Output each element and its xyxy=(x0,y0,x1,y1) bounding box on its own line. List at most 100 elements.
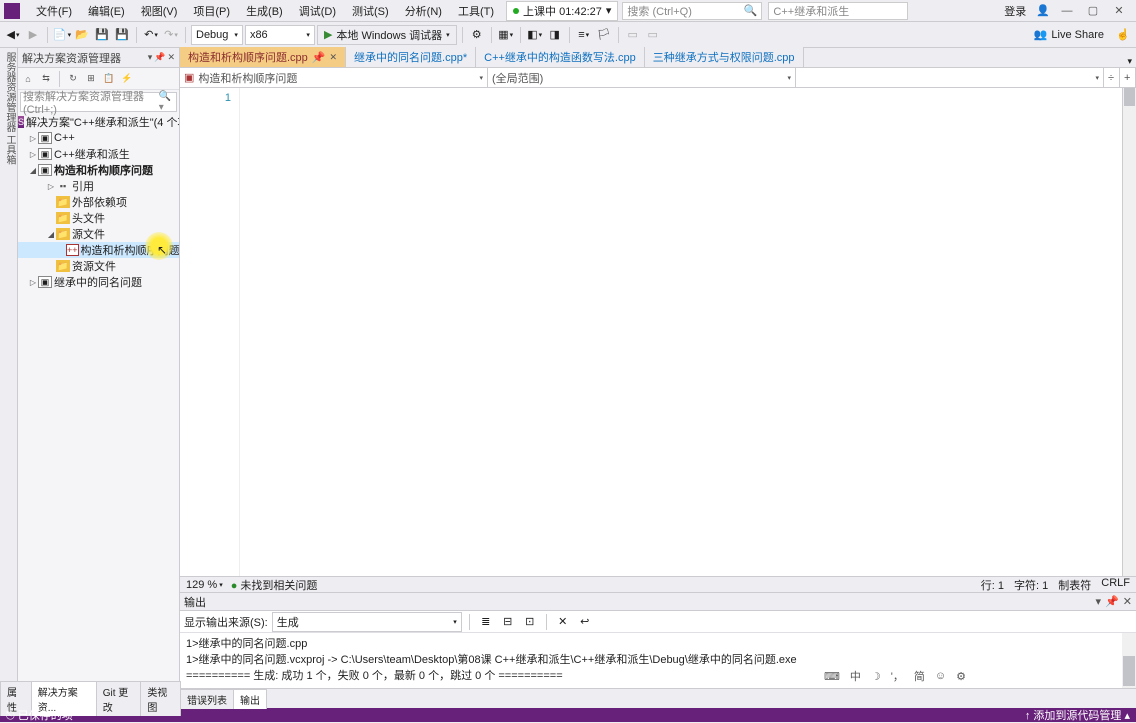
recording-indicator[interactable]: 上课中 01:42:27▾ xyxy=(506,1,618,21)
forward-button[interactable]: ▶ xyxy=(24,26,42,44)
user-icon[interactable]: 👤 xyxy=(1032,4,1054,17)
window-maximize[interactable]: ▢ xyxy=(1080,2,1106,19)
out-tool-1[interactable]: ≣ xyxy=(477,613,495,631)
editor-tab[interactable]: 构造和析构顺序问题.cpp📌✕ xyxy=(180,47,346,67)
undo-button[interactable]: ↶ xyxy=(142,26,160,44)
tree-source-file[interactable]: 构造和析构顺序问题.cpp xyxy=(81,242,179,258)
editor-tab[interactable]: C++继承中的构造函数写法.cpp xyxy=(476,47,645,67)
editor-scrollbar[interactable] xyxy=(1122,88,1136,576)
output-source-combo[interactable]: 生成 xyxy=(272,612,462,632)
tab-overflow[interactable]: ▾ xyxy=(1123,56,1136,67)
issues-status[interactable]: 未找到相关问题 xyxy=(231,577,318,593)
bottom-tab-errorlist[interactable]: 错误列表 xyxy=(180,689,234,709)
line-indicator[interactable]: 行: 1 xyxy=(981,577,1004,593)
toolbar-btn-8[interactable]: ▭ xyxy=(644,26,662,44)
tree-references[interactable]: 引用 xyxy=(72,178,94,194)
panel-close-icon[interactable]: ✕ xyxy=(167,52,175,63)
expand-icon[interactable]: ▷ xyxy=(28,278,38,287)
toolbar-btn-6[interactable]: 🏳 xyxy=(595,26,613,44)
tree-external[interactable]: 外部依赖项 xyxy=(72,194,127,210)
quick-launch[interactable]: C++继承和派生 xyxy=(768,2,908,20)
toolbar-btn-7[interactable]: ▭ xyxy=(624,26,642,44)
ime-lang[interactable]: 中 xyxy=(850,668,861,684)
expl-home-icon[interactable]: ⌂ xyxy=(20,71,36,87)
editor-tab[interactable]: 三种继承方式与权限问题.cpp xyxy=(645,47,804,67)
indent-indicator[interactable]: 制表符 xyxy=(1058,577,1091,593)
expl-tool-4[interactable]: ⚡ xyxy=(119,71,135,87)
add-button[interactable]: + xyxy=(1120,68,1136,87)
bottom-tab-classview[interactable]: 类视图 xyxy=(140,681,181,716)
out-tool-2[interactable]: ⊟ xyxy=(499,613,517,631)
bottom-tab-output[interactable]: 输出 xyxy=(233,689,267,709)
editor-tab[interactable]: 继承中的同名问题.cpp* xyxy=(346,47,476,67)
login-link[interactable]: 登录 xyxy=(998,1,1032,21)
open-button[interactable]: 📂 xyxy=(73,26,91,44)
char-indicator[interactable]: 字符: 1 xyxy=(1014,577,1048,593)
output-scrollbar[interactable] xyxy=(1122,633,1136,688)
ime-toolbar[interactable]: ⌨ 中 ☽ '， 简 ☺ ⚙ xyxy=(824,668,966,684)
tree-project[interactable]: C++ xyxy=(54,132,75,144)
new-button[interactable]: 📄 xyxy=(53,26,71,44)
menu-analyze[interactable]: 分析(N) xyxy=(397,1,450,21)
expl-tool-1[interactable]: ⇆ xyxy=(38,71,54,87)
ime-keyboard-icon[interactable]: ⌨ xyxy=(824,670,840,683)
ime-emoji-icon[interactable]: ☺ xyxy=(935,670,946,682)
close-icon[interactable]: ✕ xyxy=(330,52,338,63)
save-all-button[interactable]: 💾 xyxy=(113,26,131,44)
expand-icon[interactable]: ▷ xyxy=(28,150,38,159)
panel-dropdown-icon[interactable]: ▾ xyxy=(148,52,153,63)
toolbar-btn-3[interactable]: ◧ xyxy=(526,26,544,44)
tree-resources[interactable]: 资源文件 xyxy=(72,258,116,274)
toolbar-btn-2[interactable]: ▦ xyxy=(497,26,515,44)
platform-combo[interactable]: x86 xyxy=(245,25,315,45)
scrollbar-thumb[interactable] xyxy=(1123,656,1135,686)
nav-scope[interactable]: ▣构造和析构顺序问题 xyxy=(180,68,488,87)
out-clear-icon[interactable]: ✕ xyxy=(554,613,572,631)
out-wrap-icon[interactable]: ↩ xyxy=(576,613,594,631)
scrollbar-thumb[interactable] xyxy=(1124,88,1135,106)
menu-edit[interactable]: 编辑(E) xyxy=(80,1,133,21)
toolbar-btn-1[interactable]: ⚙ xyxy=(468,26,486,44)
out-tool-3[interactable]: ⊡ xyxy=(521,613,539,631)
nav-extra[interactable] xyxy=(796,68,1104,87)
toolbar-btn-5[interactable]: ≡ xyxy=(575,26,593,44)
menu-project[interactable]: 项目(P) xyxy=(185,1,238,21)
menu-test[interactable]: 测试(S) xyxy=(344,1,397,21)
menu-build[interactable]: 生成(B) xyxy=(238,1,291,21)
expl-tool-2[interactable]: ⊞ xyxy=(83,71,99,87)
status-source-control[interactable]: ↑ 添加到源代码管理 ▴ xyxy=(1025,707,1130,723)
global-search[interactable]: 搜索 (Ctrl+Q)🔍 xyxy=(622,2,762,20)
expand-icon[interactable]: ▷ xyxy=(28,134,38,143)
ime-punct[interactable]: '， xyxy=(891,668,904,684)
ime-moon-icon[interactable]: ☽ xyxy=(871,670,881,683)
expl-tool-3[interactable]: 📋 xyxy=(101,71,117,87)
feedback-button[interactable]: ☝ xyxy=(1114,26,1132,44)
ime-simp[interactable]: 简 xyxy=(914,668,925,684)
config-combo[interactable]: Debug xyxy=(191,25,243,45)
collapse-icon[interactable]: ◢ xyxy=(28,166,38,175)
back-button[interactable]: ◀ xyxy=(4,26,22,44)
window-close[interactable]: ✕ xyxy=(1106,2,1132,19)
panel-dropdown-icon[interactable]: ▾ xyxy=(1096,595,1102,608)
toolbar-btn-4[interactable]: ◨ xyxy=(546,26,564,44)
redo-button[interactable]: ↷ xyxy=(162,26,180,44)
panel-close-icon[interactable]: ✕ xyxy=(1123,595,1132,608)
code-editor[interactable] xyxy=(240,88,1122,576)
eol-indicator[interactable]: CRLF xyxy=(1101,577,1130,593)
expand-icon[interactable]: ▷ xyxy=(46,182,56,191)
pin-icon[interactable]: 📌 xyxy=(312,51,326,64)
window-minimize[interactable]: — xyxy=(1054,3,1080,19)
tree-headers[interactable]: 头文件 xyxy=(72,210,105,226)
nav-member[interactable]: (全局范围) xyxy=(488,68,796,87)
live-share[interactable]: 👥Live Share xyxy=(1026,28,1112,41)
collapse-icon[interactable]: ◢ xyxy=(46,230,56,239)
panel-pin-icon[interactable]: 📌 xyxy=(154,52,165,63)
menu-tools[interactable]: 工具(T) xyxy=(450,1,502,21)
solution-node[interactable]: 解决方案"C++继承和派生"(4 个项目 xyxy=(26,114,179,130)
bottom-tab-git[interactable]: Git 更改 xyxy=(96,681,142,716)
output-text[interactable]: 1>继承中的同名问题.cpp 1>继承中的同名问题.vcxproj -> C:\… xyxy=(180,633,1136,688)
explorer-search[interactable]: 搜索解决方案资源管理器(Ctrl+;)🔍▾ xyxy=(20,92,177,112)
panel-pin-icon[interactable]: 📌 xyxy=(1105,595,1119,608)
tree-project[interactable]: 继承中的同名问题 xyxy=(54,274,142,290)
tree-project[interactable]: C++继承和派生 xyxy=(54,146,130,162)
